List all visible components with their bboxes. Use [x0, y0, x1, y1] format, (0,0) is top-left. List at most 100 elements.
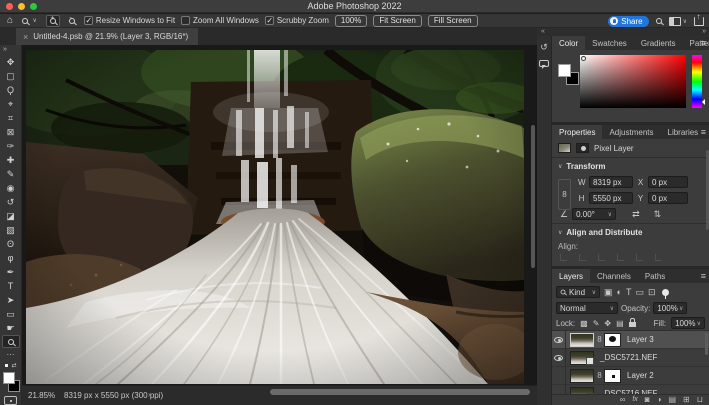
close-tab-icon[interactable]: ×	[23, 32, 28, 42]
align-top-icon[interactable]	[617, 254, 624, 261]
hand-tool[interactable]: ☛	[2, 321, 20, 335]
lasso-tool[interactable]: Ϙ	[2, 83, 20, 97]
home-icon[interactable]: ⌂	[7, 16, 13, 26]
align-bottom-icon[interactable]	[655, 254, 662, 261]
hue-slider[interactable]	[692, 55, 702, 108]
canvas-image[interactable]	[26, 50, 524, 384]
lock-transparency-icon[interactable]: ▩	[580, 319, 588, 328]
filter-type-layers-icon[interactable]: T	[626, 286, 632, 298]
layer-mask-thumbnail[interactable]	[604, 369, 621, 383]
gradient-tool[interactable]: ▧	[2, 223, 20, 237]
toolbar-expand-icon[interactable]: »	[0, 45, 7, 55]
canvas-vertical-scrollbar[interactable]	[531, 125, 535, 268]
color-picker-marker[interactable]	[581, 56, 586, 61]
panel-menu-icon[interactable]: ≡	[701, 271, 706, 281]
clone-stamp-tool[interactable]: ◉	[2, 181, 20, 195]
tab-paths[interactable]: Paths	[638, 269, 672, 283]
filter-shape-layers-icon[interactable]: ▭	[635, 286, 644, 298]
filter-pixel-layers-icon[interactable]: ▣	[604, 286, 613, 298]
expand-dock-icon[interactable]: »	[702, 28, 706, 36]
path-selection-tool[interactable]: ➤	[2, 293, 20, 307]
layer-name[interactable]: _DSC5716.NEF	[600, 389, 657, 394]
healing-brush-tool[interactable]: ✚	[2, 153, 20, 167]
lock-artboard-icon[interactable]: ▤	[616, 319, 624, 328]
foreground-color-swatch[interactable]	[3, 372, 15, 384]
status-chevron-icon[interactable]: ›	[148, 390, 151, 399]
layer-name[interactable]: _DSC5721.NEF	[600, 353, 657, 362]
align-section-header[interactable]: ∨ Align and Distribute	[552, 225, 709, 240]
type-tool[interactable]: T	[2, 279, 20, 293]
layer-mask-thumbnail[interactable]	[604, 333, 621, 347]
y-field[interactable]: 0 px	[648, 192, 688, 204]
link-dimensions-icon[interactable]: 8	[558, 179, 571, 210]
visibility-toggle[interactable]	[552, 385, 566, 395]
flip-horizontal-icon[interactable]: ⇄	[632, 209, 640, 220]
align-center-h-icon[interactable]	[579, 254, 586, 261]
layer-name[interactable]: Layer 2	[627, 371, 654, 380]
transform-section-header[interactable]: ∨ Transform	[552, 159, 709, 174]
new-layer-icon[interactable]: ⊞	[683, 395, 690, 405]
filter-toggle-icon[interactable]	[662, 289, 669, 296]
document-tab[interactable]: × Untitled-4.psb @ 21.9% (Layer 3, RGB/1…	[16, 28, 198, 45]
swap-colors-icon[interactable]: ⇄	[11, 363, 16, 369]
tab-adjustments[interactable]: Adjustments	[602, 125, 660, 139]
tab-color[interactable]: Color	[552, 36, 585, 50]
layer-row[interactable]: 8 Layer 2	[552, 367, 709, 385]
share-button[interactable]: Share	[608, 16, 648, 27]
move-tool[interactable]: ✥	[2, 55, 20, 69]
panel-menu-icon[interactable]: ≡	[701, 38, 706, 48]
collapse-dock-icon[interactable]: «	[541, 28, 545, 36]
visibility-toggle[interactable]	[552, 349, 566, 367]
visibility-toggle[interactable]	[552, 331, 566, 349]
align-left-icon[interactable]	[560, 254, 567, 261]
tab-swatches[interactable]: Swatches	[585, 36, 634, 50]
brush-tool[interactable]: ✎	[2, 167, 20, 181]
scrubby-zoom-checkbox[interactable]	[265, 16, 274, 25]
lock-pixels-icon[interactable]: ✎	[593, 319, 600, 328]
tab-properties[interactable]: Properties	[552, 125, 602, 139]
layer-style-icon[interactable]: fx	[632, 395, 637, 405]
crop-tool[interactable]: ⌗	[2, 111, 20, 125]
default-colors-control[interactable]: ⇄	[4, 363, 18, 370]
color-swatch-control[interactable]	[2, 372, 20, 393]
filter-adjustment-layers-icon[interactable]: ◐	[617, 286, 622, 298]
blend-mode-dropdown[interactable]: Normal ∨	[556, 302, 618, 314]
object-selection-tool[interactable]: ⌖	[2, 97, 20, 111]
zoom-in-button[interactable]: +	[46, 15, 60, 27]
history-panel-icon[interactable]: ↺	[540, 43, 548, 52]
export-share-icon[interactable]	[694, 17, 704, 26]
align-center-v-icon[interactable]	[636, 254, 643, 261]
status-zoom-level[interactable]: 21.85%	[28, 391, 55, 400]
edit-toolbar-icon[interactable]: ⋯	[2, 348, 20, 362]
layers-scrollbar[interactable]	[705, 333, 708, 355]
height-field[interactable]: 5550 px	[589, 192, 633, 204]
tab-layers[interactable]: Layers	[552, 269, 590, 283]
visibility-toggle[interactable]	[552, 367, 566, 385]
zoom-out-button[interactable]: -	[66, 15, 78, 27]
panel-menu-icon[interactable]: ≡	[701, 127, 706, 137]
layer-thumbnail[interactable]	[570, 369, 594, 383]
delete-layer-icon[interactable]: ⊔	[697, 395, 703, 405]
foreground-color-swatch[interactable]	[558, 64, 571, 77]
tab-gradients[interactable]: Gradients	[634, 36, 683, 50]
search-icon[interactable]	[656, 18, 662, 24]
saturation-brightness-field[interactable]	[580, 55, 686, 108]
marquee-tool[interactable]: ▢	[2, 69, 20, 83]
link-layers-icon[interactable]: ∞	[620, 395, 626, 405]
layer-thumbnail[interactable]	[570, 351, 594, 365]
new-group-icon[interactable]: ▤	[668, 395, 676, 405]
dodge-tool[interactable]: φ	[2, 251, 20, 265]
tab-libraries[interactable]: Libraries	[661, 125, 706, 139]
lock-all-icon[interactable]	[629, 322, 636, 327]
shape-tool[interactable]: ▭	[2, 307, 20, 321]
zoom-100-button[interactable]: 100%	[335, 15, 367, 27]
zoom-tool-preset[interactable]: ∨	[19, 15, 40, 27]
align-right-icon[interactable]	[598, 254, 605, 261]
layer-thumbnail[interactable]	[570, 387, 594, 395]
resize-windows-checkbox[interactable]	[84, 16, 93, 25]
zoom-all-checkbox[interactable]	[181, 16, 190, 25]
tab-channels[interactable]: Channels	[590, 269, 638, 283]
adjustment-layer-icon[interactable]: ◑	[657, 395, 662, 405]
lock-position-icon[interactable]: ✥	[604, 319, 611, 328]
eraser-tool[interactable]: ◪	[2, 209, 20, 223]
